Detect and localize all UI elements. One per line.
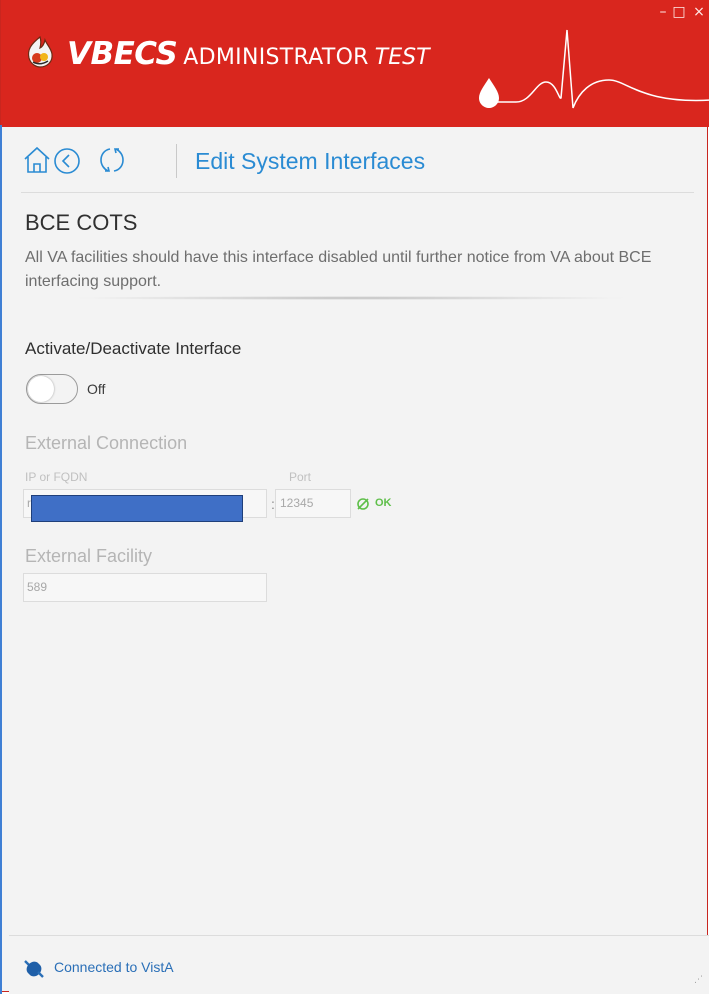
navigation-bar: Edit System Interfaces: [21, 140, 694, 193]
port-input[interactable]: 12345: [275, 489, 351, 518]
external-facility-heading: External Facility: [25, 546, 153, 566]
app-title: VBECS ADMINISTRATOR TEST: [67, 36, 430, 72]
activation-toggle[interactable]: [26, 374, 78, 404]
connection-ok-icon: [357, 498, 369, 510]
plug-connected-icon: [24, 960, 44, 978]
page-title: Edit System Interfaces: [195, 148, 426, 174]
close-button[interactable]: ×: [691, 4, 707, 20]
main-window: VBECS ADMINISTRATOR TEST – □ × Edit System…: [0, 0, 710, 994]
resize-grip-icon[interactable]: ⋰: [694, 975, 703, 985]
app-brand: VBECS: [67, 36, 178, 72]
title-bar: VBECS ADMINISTRATOR TEST – □ ×: [1, 0, 710, 127]
activation-label: Activate/Deactivate Interface: [25, 339, 242, 358]
toggle-knob: [28, 376, 54, 402]
heartbeat-blood-drop-icon: [479, 29, 710, 109]
section-description: All VA facilities should have this inter…: [25, 249, 652, 290]
maximize-button[interactable]: □: [671, 4, 687, 20]
refresh-icon[interactable]: [96, 144, 128, 176]
activation-state-label: Off: [87, 381, 106, 397]
minimize-button[interactable]: –: [655, 4, 671, 20]
section-title: BCE COTS: [25, 210, 138, 235]
description-divider: [71, 296, 631, 300]
connection-status-label: Connected to VistA: [54, 959, 174, 975]
vbecs-logo-icon: [27, 36, 53, 68]
ip-redaction-box: [31, 495, 243, 522]
app-environment: TEST: [374, 45, 430, 70]
external-facility-input[interactable]: 589: [23, 573, 267, 602]
app-role: ADMINISTRATOR: [183, 45, 369, 70]
ip-label: IP or FQDN: [25, 470, 88, 484]
window-left-edge: [0, 125, 2, 994]
external-connection-heading: External Connection: [25, 433, 188, 453]
home-icon[interactable]: [21, 144, 53, 176]
connection-status-text: OK: [375, 497, 392, 509]
back-icon[interactable]: [51, 145, 83, 177]
port-label: Port: [289, 470, 312, 484]
status-bar: Connected to VistA: [9, 935, 709, 994]
nav-separator: [176, 144, 177, 178]
